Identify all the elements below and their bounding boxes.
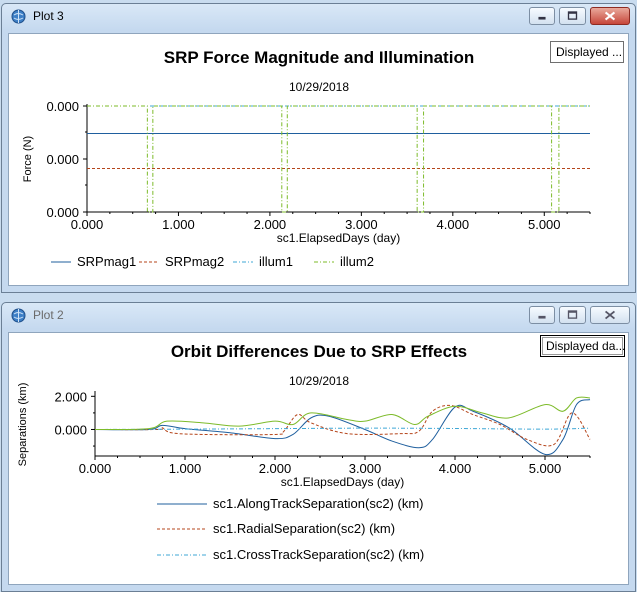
- x-tick-label: 2.000: [254, 217, 287, 232]
- legend-label: SRPmag2: [165, 254, 224, 269]
- legend-label: illum1: [259, 254, 293, 269]
- minimize-icon: [538, 315, 546, 319]
- series-line-3: [94, 396, 591, 431]
- y-tick-label: 0.000: [46, 99, 79, 114]
- close-button[interactable]: [590, 306, 630, 324]
- series-line-2: [94, 427, 591, 430]
- displayed-badge: Displayed ...: [550, 41, 624, 63]
- maximize-icon: [567, 11, 578, 20]
- x-tick-label: 2.000: [259, 461, 292, 476]
- x-axis-label: sc1.ElapsedDays (day): [281, 475, 404, 489]
- maximize-icon: [567, 310, 578, 319]
- chart-title: Orbit Differences Due to SRP Effects: [171, 342, 467, 361]
- x-tick-label: 1.000: [169, 461, 202, 476]
- y-tick-label: 0.000: [46, 205, 79, 220]
- app-globe-icon: [11, 308, 26, 323]
- plot2-window: Plot 2 Orbit Differences Due to SRP Effe…: [1, 302, 636, 592]
- plot3-titlebar[interactable]: Plot 3: [2, 4, 635, 28]
- plot3-canvas: SRP Force Magnitude and Illumination 10/2…: [8, 33, 629, 286]
- x-tick-label: 5.000: [528, 217, 561, 232]
- chart-date: 10/29/2018: [289, 374, 349, 388]
- y-tick-label: 0.000: [54, 422, 87, 437]
- legend-label: sc1.RadialSeparation(sc2) (km): [213, 521, 395, 536]
- plot3-chart: SRP Force Magnitude and Illumination 10/2…: [22, 48, 591, 269]
- y-axis-label: Force (N): [22, 136, 34, 182]
- minimize-button[interactable]: [529, 306, 555, 324]
- x-tick-label: 4.000: [439, 461, 472, 476]
- y-tick-label: 0.000: [46, 152, 79, 167]
- app-globe-icon: [11, 9, 26, 24]
- displayed-badge: Displayed da...: [540, 335, 625, 357]
- window-title: Plot 3: [33, 9, 64, 23]
- legend-label: SRPmag1: [77, 254, 136, 269]
- x-tick-label: 5.000: [529, 461, 562, 476]
- x-tick-label: 4.000: [437, 217, 470, 232]
- x-tick-label: 3.000: [345, 217, 378, 232]
- x-tick-label: 3.000: [349, 461, 382, 476]
- legend-label: illum2: [340, 254, 374, 269]
- plot2-chart: Orbit Differences Due to SRP Effects 10/2…: [17, 342, 591, 562]
- plot2-canvas: Orbit Differences Due to SRP Effects 10/2…: [8, 332, 629, 585]
- plot2-titlebar[interactable]: Plot 2: [2, 303, 635, 327]
- close-icon: [605, 310, 615, 320]
- x-tick-label: 1.000: [162, 217, 195, 232]
- window-title: Plot 2: [33, 308, 64, 322]
- legend-label: sc1.AlongTrackSeparation(sc2) (km): [213, 496, 423, 511]
- x-tick-label: 0.000: [79, 461, 112, 476]
- y-axis-label: Separations (km): [17, 383, 29, 467]
- maximize-button[interactable]: [559, 7, 586, 25]
- y-tick-label: 2.000: [54, 389, 87, 404]
- maximize-button[interactable]: [559, 306, 586, 324]
- legend-label: sc1.CrossTrackSeparation(sc2) (km): [213, 547, 424, 562]
- chart-title: SRP Force Magnitude and Illumination: [164, 48, 474, 67]
- chart-date: 10/29/2018: [289, 80, 349, 94]
- series-line-0: [94, 399, 591, 456]
- minimize-button[interactable]: [529, 7, 555, 25]
- close-button[interactable]: [590, 7, 630, 25]
- x-axis-label: sc1.ElapsedDays (day): [277, 231, 400, 245]
- series-line-illum2: [87, 105, 590, 213]
- plot3-window: Plot 3 SRP Force Magnitude and Illuminat…: [1, 3, 636, 293]
- close-icon: [604, 11, 616, 21]
- minimize-icon: [538, 16, 546, 20]
